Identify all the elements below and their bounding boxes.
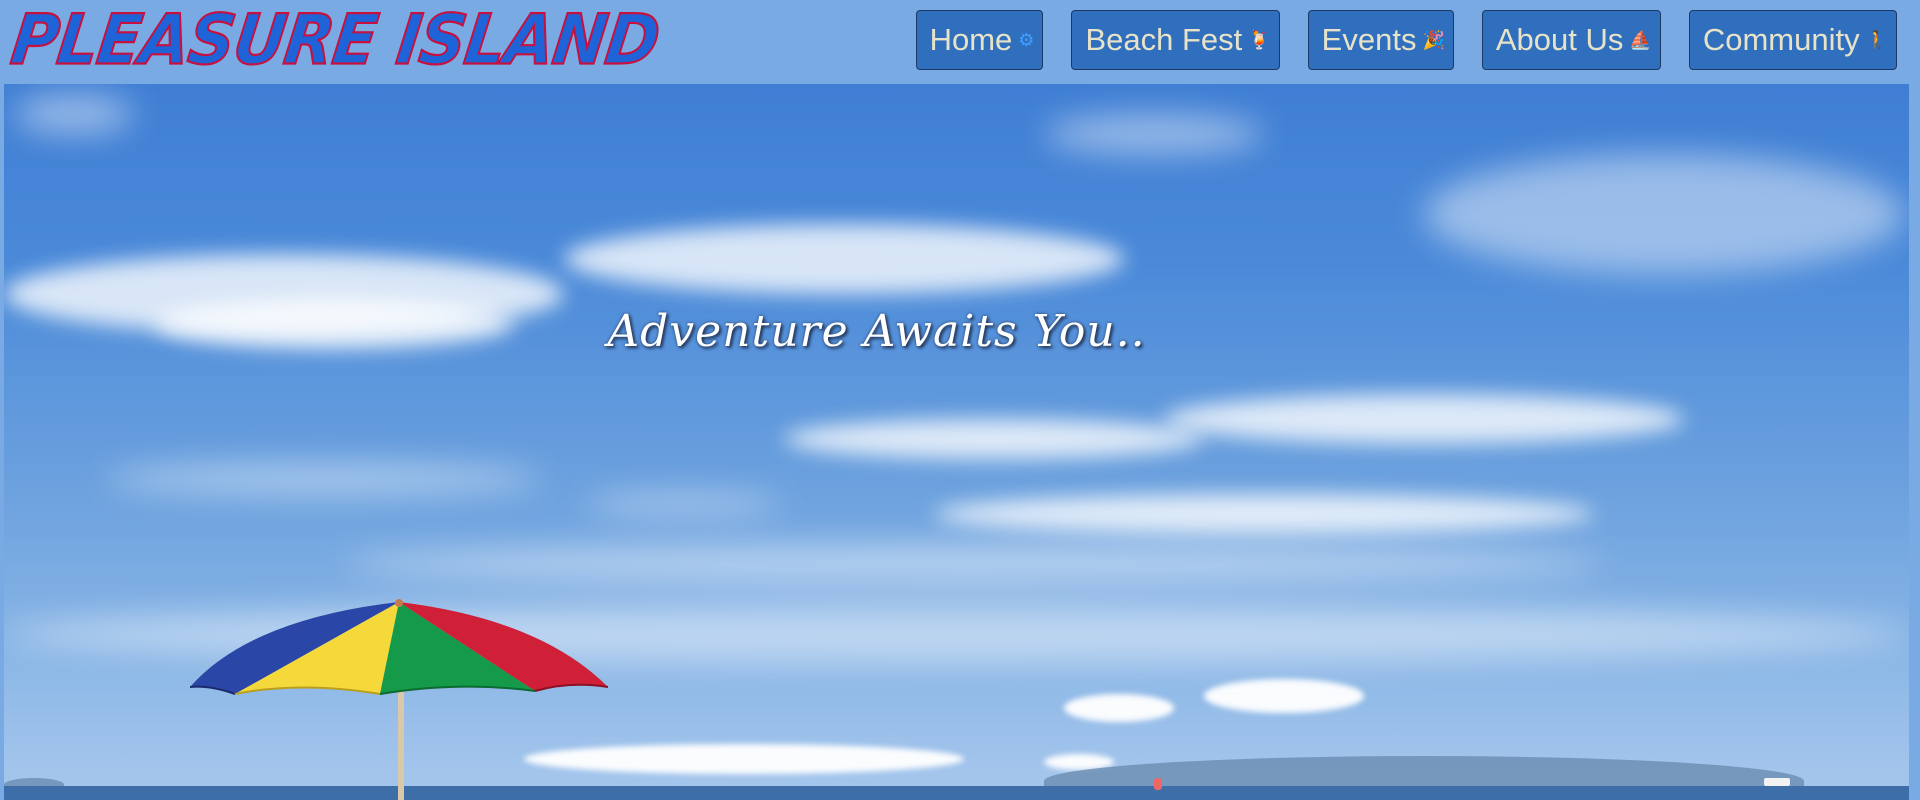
cloud bbox=[14, 94, 134, 134]
hero-tagline: Adventure Awaits You.. bbox=[607, 306, 1146, 357]
boat bbox=[1764, 778, 1790, 786]
cloud bbox=[104, 464, 544, 494]
island-silhouette bbox=[4, 778, 64, 786]
cloud bbox=[1064, 694, 1174, 722]
nav-community-label: Community bbox=[1702, 22, 1860, 57]
nav-beach-fest-button[interactable]: Beach Fest 🍹 bbox=[1071, 10, 1280, 70]
main-nav: Home ⚙ Beach Fest 🍹 Events 🎉 About Us ⛵ … bbox=[915, 10, 1897, 70]
cloud bbox=[1424, 154, 1904, 274]
nav-events-button[interactable]: Events 🎉 bbox=[1307, 10, 1454, 70]
nav-about-us-label: About Us bbox=[1495, 22, 1624, 57]
cocktail-icon: 🍹 bbox=[1248, 30, 1271, 50]
party-popper-icon: 🎉 bbox=[1422, 30, 1445, 50]
cloud bbox=[1204, 679, 1364, 713]
cloud bbox=[564, 224, 1124, 294]
cloud bbox=[934, 494, 1594, 534]
nav-events-label: Events bbox=[1321, 22, 1417, 57]
buoy bbox=[1154, 778, 1162, 790]
person-icon: 🚶 bbox=[1865, 30, 1888, 50]
nav-about-us-button[interactable]: About Us ⛵ bbox=[1481, 10, 1661, 70]
cloud bbox=[1164, 394, 1684, 444]
cloud bbox=[344, 544, 1604, 584]
site-header: PLEASURE ISLAND Home ⚙ Beach Fest 🍹 Even… bbox=[0, 0, 1920, 84]
nav-beach-fest-label: Beach Fest bbox=[1085, 22, 1243, 57]
gear-icon: ⚙ bbox=[1018, 30, 1035, 50]
nav-home-button[interactable]: Home ⚙ bbox=[915, 10, 1044, 70]
cloud bbox=[584, 494, 784, 514]
cloud bbox=[784, 419, 1204, 459]
beach-umbrella-image bbox=[190, 599, 608, 800]
nav-community-button[interactable]: Community 🚶 bbox=[1688, 10, 1897, 70]
page: PLEASURE ISLAND Home ⚙ Beach Fest 🍹 Even… bbox=[0, 0, 1920, 800]
cloud bbox=[1044, 114, 1264, 154]
sailboat-icon: ⛵ bbox=[1629, 30, 1652, 50]
nav-home-label: Home bbox=[929, 22, 1013, 57]
logo-text: PLEASURE ISLAND bbox=[6, 0, 665, 82]
site-logo[interactable]: PLEASURE ISLAND bbox=[6, 0, 665, 82]
hero-banner: Adventure Awaits You.. bbox=[4, 84, 1909, 800]
